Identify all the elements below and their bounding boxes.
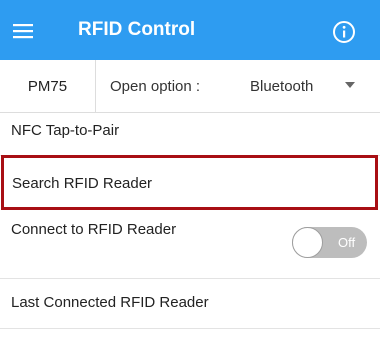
open-option-select[interactable]: Bluetooth	[232, 60, 372, 112]
info-button[interactable]	[330, 18, 358, 46]
app-bar: RFID Control	[0, 0, 380, 60]
toggle-knob	[292, 227, 323, 258]
open-option-label: Open option :	[110, 77, 201, 95]
app-title: RFID Control	[78, 19, 196, 40]
hamburger-menu-icon	[13, 24, 33, 39]
menu-button[interactable]	[6, 14, 40, 48]
info-circle-icon	[333, 21, 355, 43]
last-connected-rfid-reader-item[interactable]: Last Connected RFID Reader	[0, 278, 380, 329]
search-rfid-reader-label: Search RFID Reader	[12, 175, 153, 192]
search-rfid-reader-item[interactable]: Search RFID Reader	[1, 155, 378, 210]
device-model: PM75	[0, 60, 96, 112]
toggle-state-label: Off	[338, 235, 356, 250]
open-option-selected-value: Bluetooth	[250, 77, 314, 95]
connect-to-rfid-reader-label: Connect to RFID Reader	[11, 221, 177, 238]
nfc-tap-to-pair-label: NFC Tap-to-Pair	[11, 122, 120, 139]
nfc-tap-to-pair-item[interactable]: NFC Tap-to-Pair	[0, 113, 380, 156]
triangle-down-icon	[345, 82, 355, 88]
connect-toggle-switch[interactable]: Off	[292, 227, 367, 258]
options-row: PM75 Open option : Bluetooth	[0, 60, 380, 113]
last-connected-rfid-reader-label: Last Connected RFID Reader	[11, 294, 209, 311]
